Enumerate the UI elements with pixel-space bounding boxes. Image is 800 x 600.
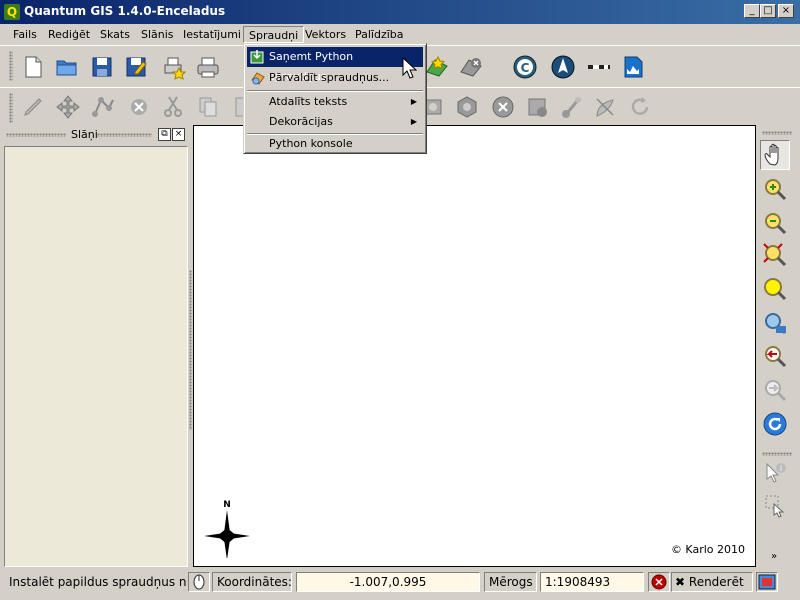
coordinate-toggle-button[interactable] [188,572,210,592]
toolbar-grip[interactable] [762,131,792,135]
maximize-button[interactable]: □ [760,4,776,18]
rotate-icon[interactable] [627,94,653,120]
north-label: N [223,500,231,510]
svg-text:i: i [780,464,782,473]
zoom-selection-icon[interactable] [762,276,788,302]
menu-item-label: Python konsole [269,137,353,150]
zoom-layer-icon[interactable] [762,310,788,336]
open-project-icon[interactable] [54,54,80,80]
panel-splitter[interactable] [189,270,192,430]
menu-settings[interactable]: Iestatījumi [178,26,246,43]
map-canvas[interactable]: N © Karlo 2010 [193,125,756,567]
panel-grip[interactable] [6,133,66,137]
svg-text:C: C [521,61,530,75]
node-tool-icon[interactable] [91,94,117,120]
remove-layer-icon[interactable] [458,54,484,80]
float-panel-button[interactable]: ⧉ [158,128,171,141]
toolbar-overflow-chevron[interactable]: » [771,551,777,562]
copy-icon[interactable] [195,94,221,120]
stop-render-button[interactable] [648,572,670,592]
projection-button[interactable] [756,572,778,592]
render-label: Renderēt [688,575,744,589]
window-title: Quantum GIS 1.4.0-Enceladus [24,4,226,18]
close-panel-button[interactable]: × [172,128,185,141]
coordinates-field[interactable]: -1.007,0.995 [296,572,480,592]
menu-edit[interactable]: Rediģēt [43,26,95,43]
zoom-in-icon[interactable] [762,176,788,202]
menu-plugins[interactable]: Spraudņi [243,26,305,43]
submenu-arrow-icon: ▶ [410,117,417,126]
install-plugin-icon [250,50,264,64]
copyright-label: © Karlo 2010 [670,543,745,556]
zoom-out-icon[interactable] [762,210,788,236]
delete-part-icon[interactable] [524,94,550,120]
panel-grip[interactable] [97,133,152,137]
zoom-full-icon[interactable] [762,242,788,268]
scale-field[interactable]: 1:1908493 [540,572,644,592]
manage-plugins-icon [251,72,265,85]
projection-icon [758,574,776,590]
menu-vector[interactable]: Vektors [300,26,351,43]
mouse-icon [193,574,205,590]
menu-item-label: Dekorācijas [269,115,333,128]
menu-file[interactable]: Fails [8,26,42,43]
pan-icon[interactable] [760,140,790,170]
layers-panel-title: Slāņi [71,128,98,141]
print-composer-icon[interactable] [161,54,187,80]
delete-selected-icon[interactable] [126,94,152,120]
minimize-button[interactable]: _ [744,4,760,18]
menu-bar: Fails Rediģēt Skats Slānis Iestatījumi S… [0,24,800,44]
scale-label: Mērogs [484,572,537,592]
add-island-icon[interactable] [454,94,480,120]
zoom-next-icon[interactable] [762,377,788,403]
menu-view[interactable]: Skats [95,26,135,43]
status-message: Instalēt papildus spraudņus no a [9,575,187,589]
copyright-icon[interactable]: C [512,54,538,80]
render-check-icon: ✖ [675,575,686,589]
identify-icon[interactable]: i [762,460,788,486]
stop-icon [651,574,667,590]
cut-icon[interactable] [160,94,186,120]
print-icon[interactable] [195,54,221,80]
title-bar: Q Quantum GIS 1.4.0-Enceladus _ □ × [0,0,800,24]
menu-item-label: Pārvaldīt spraudņus... [269,71,390,84]
zoom-last-icon[interactable] [762,343,788,369]
close-window-button[interactable]: × [778,4,794,18]
layers-panel-header: Slāņi ⧉ × [3,127,188,143]
select-icon[interactable] [762,492,788,518]
coordinates-label: Koordinātes: [212,572,292,592]
edit-pencil-icon[interactable] [20,94,46,120]
split-icon[interactable] [592,94,618,120]
toolbar-grip[interactable] [9,51,13,81]
reshape-icon[interactable] [558,94,584,120]
submenu-arrow-icon: ▶ [410,97,417,106]
move-feature-icon[interactable] [55,94,81,120]
menu-item-label: Atdalīts teksts [269,95,348,108]
north-arrow-icon[interactable] [550,54,576,80]
north-arrow-decoration: N [204,500,250,558]
menu-layer[interactable]: Slānis [136,26,179,43]
menu-item-delimited-text[interactable]: Atdalīts teksts ▶ [247,92,423,112]
delete-ring-icon[interactable] [490,94,516,120]
save-image-icon[interactable] [620,54,646,80]
menu-item-manage-plugins[interactable]: Pārvaldīt spraudņus... [247,68,423,88]
menu-help[interactable]: Palīdzība [350,26,409,43]
qgis-app-icon: Q [4,4,20,20]
status-bar: Instalēt papildus spraudņus no a Koordin… [0,570,800,600]
toolbar-grip[interactable] [9,93,13,123]
plugins-menu: Saņemt Python spraudņus... Pārvaldīt spr… [243,43,427,154]
scale-bar-icon[interactable] [586,54,612,80]
menu-item-fetch-python-plugins[interactable]: Saņemt Python spraudņus... [247,47,423,83]
menu-item-python-console[interactable]: Python konsole [247,134,423,154]
new-project-icon[interactable] [20,54,46,80]
save-project-icon[interactable] [89,54,115,80]
save-as-icon[interactable] [123,54,149,80]
toolbar-grip[interactable] [762,452,792,456]
add-vector-icon[interactable] [424,54,450,80]
render-checkbox[interactable]: ✖ Renderēt [671,572,753,592]
refresh-icon[interactable] [762,411,788,437]
mouse-cursor-icon [402,57,418,79]
layers-list[interactable] [4,146,188,567]
menu-item-decorations[interactable]: Dekorācijas ▶ [247,112,423,132]
